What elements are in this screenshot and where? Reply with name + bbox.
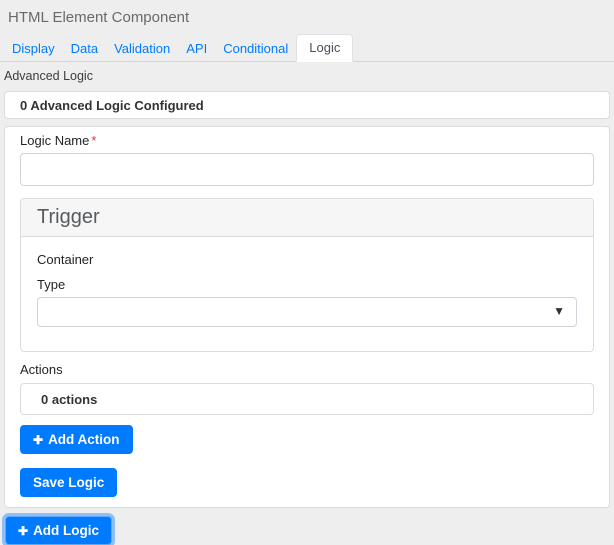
advanced-logic-section-label: Advanced Logic xyxy=(4,69,93,83)
add-action-button-label: Add Action xyxy=(48,432,120,447)
actions-summary-text: 0 actions xyxy=(41,391,98,407)
actions-summary-panel[interactable]: 0 actions xyxy=(20,383,594,415)
advanced-logic-summary-text: 0 Advanced Logic Configured xyxy=(20,97,204,113)
trigger-type-label: Type xyxy=(37,277,66,292)
actions-label: Actions xyxy=(20,362,63,377)
save-logic-button-label: Save Logic xyxy=(33,475,105,490)
trigger-panel-body: Container Type ▼ xyxy=(21,237,593,351)
tab-data[interactable]: Data xyxy=(63,36,106,61)
tab-display[interactable]: Display xyxy=(4,36,63,61)
tab-logic[interactable]: Logic xyxy=(296,34,354,62)
tab-api[interactable]: API xyxy=(178,36,215,61)
trigger-panel-header: Trigger xyxy=(21,199,593,237)
logic-edit-panel: Logic Name * Trigger Container Type ▼ Act… xyxy=(4,126,610,508)
trigger-container-label: Container xyxy=(37,252,94,267)
plus-icon: ✚ xyxy=(33,432,44,447)
trigger-type-select[interactable]: ▼ xyxy=(37,297,577,327)
tab-bar: Display Data Validation API Conditional … xyxy=(0,34,614,62)
tab-conditional[interactable]: Conditional xyxy=(215,36,296,61)
advanced-logic-summary-header[interactable]: 0 Advanced Logic Configured xyxy=(4,91,610,119)
page-title: HTML Element Component xyxy=(8,9,190,26)
add-action-button[interactable]: ✚ Add Action xyxy=(20,425,133,454)
logic-name-input[interactable] xyxy=(20,153,594,186)
logic-name-label: Logic Name * xyxy=(20,133,97,148)
component-settings-page: HTML Element Component Display Data Vali… xyxy=(0,0,614,545)
add-logic-button-label: Add Logic xyxy=(33,523,100,538)
required-asterisk: * xyxy=(91,133,97,148)
save-logic-button[interactable]: Save Logic xyxy=(20,468,118,497)
trigger-panel: Trigger Container Type ▼ xyxy=(20,198,594,352)
plus-icon: ✚ xyxy=(18,523,29,538)
add-logic-button[interactable]: ✚ Add Logic xyxy=(5,516,113,545)
tab-validation[interactable]: Validation xyxy=(106,36,178,61)
caret-down-icon: ▼ xyxy=(553,304,565,319)
